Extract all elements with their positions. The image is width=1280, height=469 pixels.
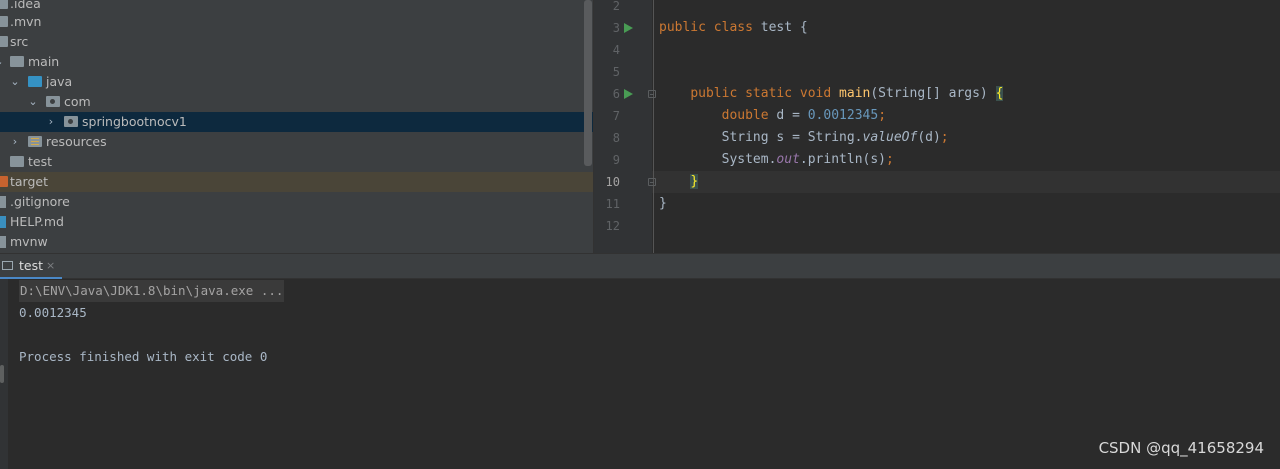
code-line-9: System.out.println(s);: [721, 152, 894, 167]
console-command-line[interactable]: D:\ENV\Java\JDK1.8\bin\java.exe ...: [19, 280, 285, 302]
tree-item-help-md[interactable]: HELP.md: [0, 212, 593, 232]
tree-item-target[interactable]: target: [0, 172, 593, 192]
watermark: CSDN @qq_41658294: [1098, 439, 1264, 457]
code-line-7: double d = 0.0012345;: [721, 108, 887, 123]
run-tab-bar: test ×: [0, 253, 1280, 279]
line-number: 8: [612, 131, 620, 145]
tree-item-springbootnocv1[interactable]: › springbootnocv1: [0, 112, 593, 132]
code-line-8: String s = String.valueOf(d);: [721, 130, 949, 145]
code-line-3: public class test {: [659, 20, 808, 35]
tree-item-src[interactable]: src: [0, 32, 593, 52]
line-number: 9: [612, 153, 620, 167]
console-scroll-marker[interactable]: [0, 365, 4, 383]
resources-folder-icon: [28, 136, 42, 147]
folder-icon: [10, 56, 24, 67]
tree-item-main[interactable]: ⌄ main: [0, 52, 593, 72]
markdown-file-icon: [0, 216, 6, 228]
run-console[interactable]: D:\ENV\Java\JDK1.8\bin\java.exe ... 0.00…: [0, 279, 1280, 469]
close-icon[interactable]: ×: [46, 259, 55, 272]
line-number: 6: [612, 87, 620, 101]
line-number: 2: [612, 0, 620, 13]
tree-item-mvnw[interactable]: mvnw: [0, 232, 593, 252]
gutter-separator: [653, 0, 654, 253]
folder-icon: [0, 36, 8, 47]
code-editor[interactable]: 2 3 4 5 6 7 8 9 10 11 12 public class te…: [593, 0, 1280, 253]
folder-icon: [0, 16, 8, 27]
run-class-icon[interactable]: [624, 23, 633, 33]
tree-item-gitignore[interactable]: .gitignore: [0, 192, 593, 212]
line-number: 3: [612, 21, 620, 35]
tree-item-com[interactable]: ⌄ com: [0, 92, 593, 112]
code-line-6: public static void main(String[] args) {: [690, 86, 1004, 101]
console-output-value: 0.0012345: [19, 305, 87, 320]
line-number: 7: [612, 109, 620, 123]
chevron-down-icon[interactable]: ⌄: [8, 72, 22, 92]
line-number-active: 10: [605, 175, 620, 189]
chevron-down-icon[interactable]: ⌄: [0, 52, 6, 72]
fold-icon[interactable]: [648, 90, 656, 98]
run-main-icon[interactable]: [624, 89, 633, 99]
tab-run-test[interactable]: test ×: [0, 254, 62, 279]
run-tab-label: test: [19, 258, 44, 273]
source-folder-icon: [28, 76, 42, 87]
tree-item-test[interactable]: test: [0, 152, 593, 172]
fold-icon[interactable]: [648, 178, 656, 186]
line-number: 4: [612, 43, 620, 57]
tree-item-resources[interactable]: › resources: [0, 132, 593, 152]
excluded-folder-icon: [0, 176, 8, 187]
tree-scrollbar[interactable]: [584, 0, 592, 166]
tree-item-java[interactable]: ⌄ java: [0, 72, 593, 92]
file-icon: [0, 236, 6, 248]
line-number: 12: [605, 219, 620, 233]
code-line-10: }: [690, 174, 699, 189]
project-tree-panel: .idea .mvn src ⌄ main ⌄ java ⌄ com › spr…: [0, 0, 593, 253]
console-exit-message: Process finished with exit code 0: [19, 349, 268, 364]
tree-item-mvn[interactable]: .mvn: [0, 12, 593, 32]
code-line-11: }: [659, 196, 667, 211]
folder-icon: [0, 0, 8, 9]
folder-icon: [10, 156, 24, 167]
package-icon: [46, 96, 60, 107]
console-icon: [2, 261, 13, 270]
file-icon: [0, 196, 6, 208]
chevron-right-icon[interactable]: ›: [44, 112, 58, 132]
line-number: 5: [612, 65, 620, 79]
chevron-down-icon[interactable]: ⌄: [26, 92, 40, 112]
chevron-right-icon[interactable]: ›: [8, 132, 22, 152]
line-number: 11: [605, 197, 620, 211]
package-icon: [64, 116, 78, 127]
